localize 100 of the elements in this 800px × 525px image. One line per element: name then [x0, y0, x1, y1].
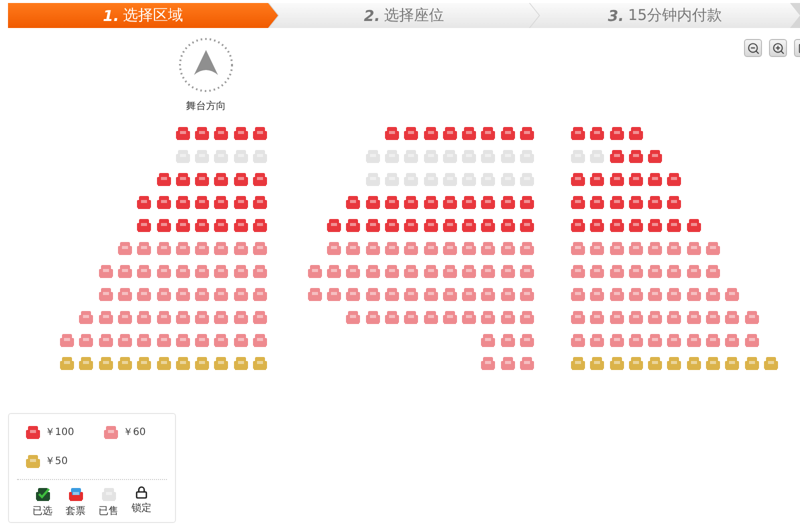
seat-icon[interactable] [570, 194, 586, 210]
seat-icon[interactable] [647, 171, 664, 187]
seat-icon[interactable] [174, 309, 191, 325]
seat-icon[interactable] [174, 240, 191, 256]
seat-icon[interactable] [232, 263, 249, 279]
seat-icon[interactable] [364, 286, 381, 302]
seat-icon[interactable] [705, 309, 722, 325]
seat-icon[interactable] [364, 217, 381, 233]
seat-icon[interactable] [116, 240, 133, 256]
seat-icon[interactable] [647, 263, 664, 279]
seat-icon[interactable] [136, 240, 152, 256]
seat-icon[interactable] [422, 125, 439, 141]
seat-icon[interactable] [442, 286, 458, 302]
seat-icon[interactable] [232, 217, 249, 233]
seat-icon[interactable] [78, 355, 94, 371]
seat-icon[interactable] [98, 332, 114, 348]
seat-icon[interactable] [686, 240, 702, 256]
seat-icon[interactable] [666, 194, 682, 210]
seat-icon[interactable] [422, 217, 439, 233]
seat-icon[interactable] [326, 217, 342, 233]
seat-icon[interactable] [116, 286, 133, 302]
seat-icon[interactable] [570, 309, 586, 325]
step-tab[interactable]: 3. 15分钟内付款 [530, 3, 800, 28]
seat-icon[interactable] [628, 286, 644, 302]
seat-icon[interactable] [608, 148, 625, 164]
seat-icon[interactable] [213, 240, 230, 256]
seat-icon[interactable] [480, 194, 496, 210]
seat-icon[interactable] [589, 286, 606, 302]
seat-icon[interactable] [628, 194, 644, 210]
seat-icon[interactable] [500, 263, 516, 279]
seat-icon[interactable] [461, 217, 478, 233]
seat-icon[interactable] [78, 309, 94, 325]
seat-icon[interactable] [232, 286, 249, 302]
seat-icon[interactable] [570, 125, 586, 141]
seat-icon[interactable] [500, 332, 516, 348]
seat-icon[interactable] [194, 286, 210, 302]
seat-icon[interactable] [480, 217, 496, 233]
seat-icon[interactable] [345, 263, 362, 279]
zoom-out-button[interactable] [744, 39, 762, 57]
seat-icon[interactable] [589, 332, 606, 348]
seat-icon[interactable] [480, 332, 496, 348]
seat-icon[interactable] [724, 332, 740, 348]
seat-icon[interactable] [744, 332, 760, 348]
seat-icon[interactable] [666, 286, 682, 302]
seat-icon[interactable] [59, 355, 76, 371]
seat-icon[interactable] [213, 217, 230, 233]
seat-icon[interactable] [500, 286, 516, 302]
seat-icon[interactable] [252, 332, 268, 348]
seat-icon[interactable] [213, 309, 230, 325]
seat-icon[interactable] [628, 171, 644, 187]
seat-icon[interactable] [666, 355, 682, 371]
seat-icon[interactable] [232, 309, 249, 325]
seat-icon[interactable] [422, 309, 439, 325]
seat-icon[interactable] [589, 240, 606, 256]
seat-icon[interactable] [156, 286, 172, 302]
seat-icon[interactable] [724, 286, 740, 302]
seat-icon[interactable] [364, 194, 381, 210]
seat-icon[interactable] [705, 355, 722, 371]
seat-icon[interactable] [364, 309, 381, 325]
seat-icon[interactable] [252, 286, 268, 302]
step-tab[interactable]: 2. 选择座位 [269, 3, 539, 28]
seat-icon[interactable] [500, 217, 516, 233]
seat-icon[interactable] [628, 263, 644, 279]
seat-icon[interactable] [194, 263, 210, 279]
seat-icon[interactable] [345, 217, 362, 233]
seat-icon[interactable] [666, 263, 682, 279]
seat-icon[interactable] [213, 125, 230, 141]
seat-icon[interactable] [628, 125, 644, 141]
seat-icon[interactable] [194, 309, 210, 325]
seat-icon[interactable] [116, 332, 133, 348]
seat-icon[interactable] [232, 194, 249, 210]
seat-icon[interactable] [326, 286, 342, 302]
seat-icon[interactable] [500, 355, 516, 371]
seat-icon[interactable] [232, 332, 249, 348]
seat-icon[interactable] [174, 263, 191, 279]
seat-icon[interactable] [136, 309, 152, 325]
seat-icon[interactable] [326, 263, 342, 279]
seat-icon[interactable] [194, 355, 210, 371]
seat-icon[interactable] [174, 355, 191, 371]
seat-icon[interactable] [608, 263, 625, 279]
seat-icon[interactable] [705, 263, 722, 279]
seat-icon[interactable] [59, 332, 76, 348]
seat-icon[interactable] [326, 240, 342, 256]
seat-icon[interactable] [608, 171, 625, 187]
seat-icon[interactable] [647, 194, 664, 210]
seat-icon[interactable] [156, 355, 172, 371]
seat-icon[interactable] [136, 332, 152, 348]
seat-icon[interactable] [500, 194, 516, 210]
seat-icon[interactable] [232, 125, 249, 141]
seat-icon[interactable] [156, 217, 172, 233]
seat-icon[interactable] [232, 171, 249, 187]
seat-icon[interactable] [194, 332, 210, 348]
seat-icon[interactable] [480, 355, 496, 371]
seat-icon[interactable] [519, 194, 535, 210]
seat-icon[interactable] [608, 309, 625, 325]
seat-icon[interactable] [442, 217, 458, 233]
seat-icon[interactable] [480, 263, 496, 279]
seat-icon[interactable] [570, 240, 586, 256]
seat-icon[interactable] [403, 217, 420, 233]
seat-icon[interactable] [628, 355, 644, 371]
